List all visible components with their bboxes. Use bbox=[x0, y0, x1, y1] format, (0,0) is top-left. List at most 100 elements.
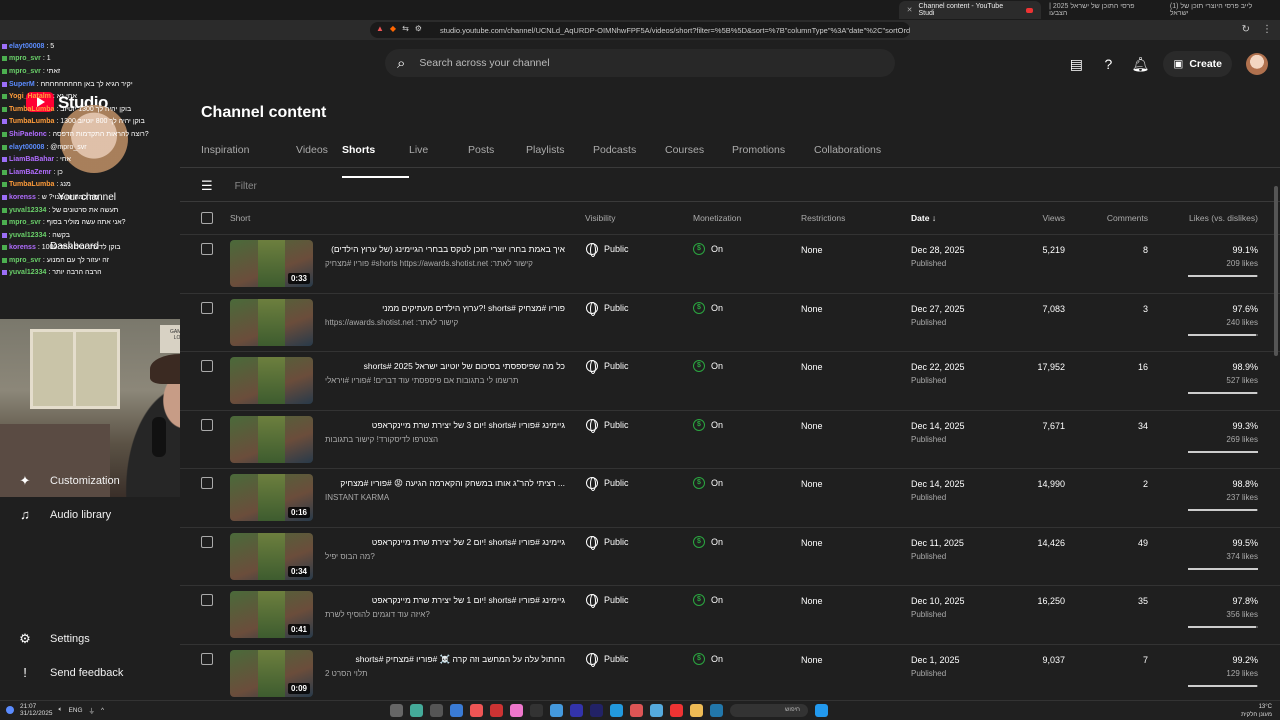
app-icon[interactable] bbox=[570, 704, 583, 717]
tab-shorts[interactable]: Shorts bbox=[342, 144, 409, 178]
app-icon[interactable] bbox=[670, 704, 683, 717]
tab-playlists[interactable]: Playlists bbox=[526, 144, 593, 168]
column-date[interactable]: Date ↓ bbox=[911, 213, 936, 223]
subtitles-icon[interactable]: ▤ bbox=[1067, 55, 1085, 73]
chat-username[interactable]: ShiPaelonc bbox=[9, 131, 47, 138]
chat-username[interactable]: korenss bbox=[9, 244, 36, 251]
column-likes[interactable]: Likes (vs. dislikes) bbox=[1189, 213, 1258, 223]
chat-username[interactable]: mpro_svr bbox=[9, 55, 41, 62]
sidebar-item-audio-library[interactable]: ♫ Audio library bbox=[18, 508, 111, 522]
short-title[interactable]: איך באמת בחרו יוצרי תוכן לטקס בבחרי הגיי… bbox=[325, 244, 565, 254]
tab-inspiration[interactable]: Inspiration bbox=[201, 144, 296, 168]
app-icon[interactable] bbox=[690, 704, 703, 717]
split-icon[interactable]: ⇆ bbox=[402, 24, 409, 33]
chat-username[interactable]: elayt00008 bbox=[9, 43, 44, 50]
short-thumbnail[interactable]: 0:41 bbox=[230, 591, 313, 638]
taskbar-search[interactable]: חיפוש bbox=[730, 704, 808, 717]
row-checkbox[interactable] bbox=[201, 477, 213, 489]
short-title[interactable]: גיימינג #פוריו #shorts !יום 3 של יצירת ש… bbox=[325, 420, 565, 430]
weather-desc[interactable]: מעונן חלקית bbox=[1241, 711, 1272, 719]
table-row[interactable]: 0:09 החתול עלה על המחשב וזה קרה ☠️ #פורי… bbox=[180, 643, 1280, 701]
search-input[interactable]: ⌕ Search across your channel bbox=[385, 49, 895, 77]
language-indicator[interactable]: ENG bbox=[68, 707, 82, 714]
short-thumbnail[interactable]: 0:33 bbox=[230, 240, 313, 287]
sidebar-item-send-feedback[interactable]: ! Send feedback bbox=[18, 666, 123, 680]
chat-username[interactable]: yuval12334 bbox=[9, 269, 46, 276]
app-icon[interactable] bbox=[710, 704, 723, 717]
column-comments[interactable]: Comments bbox=[1107, 213, 1148, 223]
row-checkbox[interactable] bbox=[201, 360, 213, 372]
visibility-cell[interactable]: Public bbox=[586, 477, 629, 491]
app-icon[interactable] bbox=[430, 704, 443, 717]
chat-username[interactable]: TumbaLumba bbox=[9, 181, 54, 188]
chat-username[interactable]: yuval12334 bbox=[9, 232, 46, 239]
table-row[interactable]: 0:41 גיימינג #פוריו #shorts !יום 1 של יצ… bbox=[180, 585, 1280, 644]
chat-username[interactable]: mpro_svr bbox=[9, 219, 41, 226]
short-thumbnail[interactable]: 0:09 bbox=[230, 649, 313, 697]
chat-username[interactable]: Yogi_Hatalm bbox=[9, 93, 51, 100]
bell-icon[interactable]: 🔔︎ bbox=[1131, 55, 1150, 73]
short-title[interactable]: ... רציתי להר"ג אותו במשחק והקארמה הגיעה… bbox=[325, 478, 565, 489]
tray-chevron-icon[interactable]: ^ bbox=[101, 707, 104, 714]
chat-username[interactable]: mpro_svr bbox=[9, 257, 41, 264]
tab-courses[interactable]: Courses bbox=[665, 144, 732, 168]
table-row[interactable]: כל מה שפיספסתי בסיכום של יוטיוב ישראל 20… bbox=[180, 351, 1280, 410]
filter-placeholder[interactable]: Filter bbox=[235, 181, 257, 192]
row-checkbox[interactable] bbox=[201, 243, 213, 255]
app-icon[interactable] bbox=[510, 704, 523, 717]
chat-username[interactable]: mpro_svr bbox=[9, 68, 41, 75]
monetization-cell[interactable]: $ On bbox=[693, 360, 723, 372]
column-views[interactable]: Views bbox=[1042, 213, 1065, 223]
monetization-cell[interactable]: $ On bbox=[693, 301, 723, 314]
chat-username[interactable]: LiamBaZemr bbox=[9, 169, 51, 176]
account-avatar[interactable] bbox=[1246, 53, 1268, 75]
short-thumbnail[interactable]: 0:34 bbox=[230, 532, 313, 580]
column-monetization[interactable]: Monetization bbox=[693, 213, 741, 223]
app-icon[interactable] bbox=[590, 704, 603, 717]
short-title[interactable]: גיימינג #פוריו #shorts !יום 2 של יצירת ש… bbox=[325, 537, 565, 547]
weather-temp[interactable]: 13°C bbox=[1241, 703, 1272, 711]
close-tab-icon[interactable]: ✕ bbox=[907, 6, 913, 14]
monetization-cell[interactable]: $ On bbox=[693, 243, 723, 255]
monetization-cell[interactable]: $ On bbox=[693, 594, 723, 606]
column-visibility[interactable]: Visibility bbox=[585, 213, 616, 223]
short-title[interactable]: החתול עלה על המחשב וזה קרה ☠️ #פוריו #מצ… bbox=[325, 654, 565, 665]
chat-username[interactable]: TumbaLumba bbox=[9, 118, 54, 125]
visibility-cell[interactable]: Public bbox=[586, 652, 629, 667]
visibility-cell[interactable]: Public bbox=[586, 301, 629, 316]
tab-live[interactable]: Live bbox=[409, 144, 468, 168]
chat-username[interactable]: TumbaLumba bbox=[9, 106, 54, 113]
row-checkbox[interactable] bbox=[201, 301, 213, 314]
app-icon[interactable] bbox=[410, 704, 423, 717]
table-row[interactable]: פוריו #מצחיק #shorts !?ערוץ הילדים מעתיק… bbox=[180, 292, 1280, 352]
table-row[interactable]: 0:16 ... רציתי להר"ג אותו במשחק והקארמה … bbox=[180, 468, 1280, 527]
row-checkbox[interactable] bbox=[201, 418, 213, 431]
scrollbar[interactable] bbox=[1274, 186, 1278, 356]
app-icon[interactable] bbox=[470, 704, 483, 717]
reload-icon[interactable]: ↻ bbox=[1242, 24, 1250, 35]
tab-videos[interactable]: Videos bbox=[296, 144, 342, 168]
table-row[interactable]: גיימינג #פוריו #shorts !יום 3 של יצירת ש… bbox=[180, 409, 1280, 469]
short-thumbnail[interactable] bbox=[230, 298, 313, 346]
short-thumbnail[interactable] bbox=[230, 357, 313, 404]
browser-tab-studio[interactable]: ✕ Channel content - YouTube Studi bbox=[898, 1, 1042, 19]
brave-shield-icon[interactable]: ◆ bbox=[390, 24, 396, 33]
visibility-cell[interactable]: Public bbox=[586, 360, 629, 374]
short-thumbnail[interactable]: 0:16 bbox=[230, 474, 313, 521]
visibility-cell[interactable]: Public bbox=[586, 418, 629, 433]
usb-icon[interactable]: ⏚ bbox=[89, 705, 96, 715]
chat-username[interactable]: yuval12334 bbox=[9, 207, 46, 214]
app-icon[interactable] bbox=[530, 704, 543, 717]
app-icon[interactable] bbox=[390, 704, 403, 717]
app-icon[interactable] bbox=[630, 704, 643, 717]
app-icon[interactable] bbox=[550, 704, 563, 717]
short-title[interactable]: כל מה שפיספסתי בסיכום של יוטיוב ישראל 20… bbox=[325, 361, 565, 371]
menu-icon[interactable]: ⋮ bbox=[1262, 24, 1272, 35]
row-checkbox[interactable] bbox=[201, 652, 213, 665]
chat-username[interactable]: korenss bbox=[9, 194, 36, 201]
visibility-cell[interactable]: Public bbox=[586, 535, 629, 550]
table-row[interactable]: 0:34 גיימינג #פוריו #shorts !יום 2 של יצ… bbox=[180, 526, 1280, 586]
column-restrictions[interactable]: Restrictions bbox=[801, 213, 845, 223]
tab-posts[interactable]: Posts bbox=[468, 144, 526, 168]
app-icon[interactable] bbox=[650, 704, 663, 717]
